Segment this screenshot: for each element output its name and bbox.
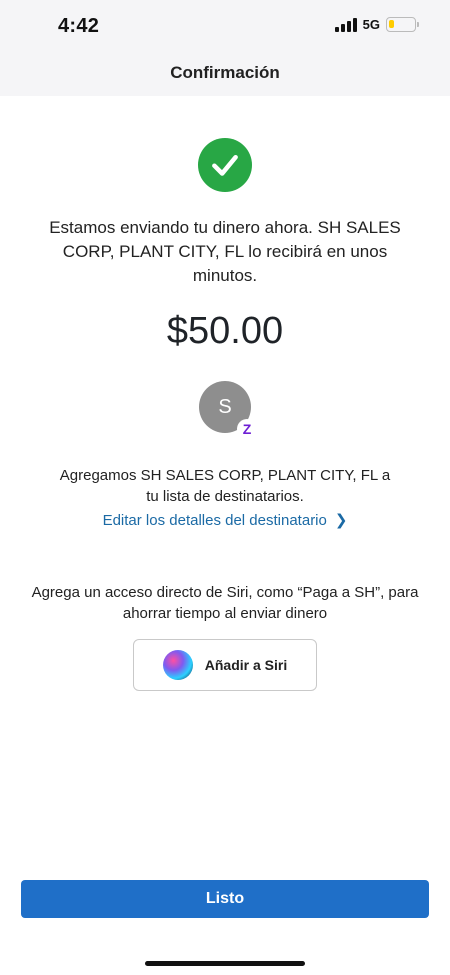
header-area: 4:42 5G Confirmación [0,0,450,96]
done-button[interactable]: Listo [21,880,429,918]
edit-recipient-link[interactable]: Editar los detalles del destinatario ❯ [0,511,450,529]
status-time: 4:42 [58,15,100,37]
transfer-amount: $50.00 [166,310,284,352]
chevron-right-icon: ❯ [334,512,348,529]
battery-icon [386,17,419,32]
network-label: 5G [362,17,380,32]
done-button-label: Listo [205,890,245,907]
confirmation-message: Estamos enviando tu dinero ahora. SH SAL… [49,218,401,285]
page-title: Confirmación [170,63,280,82]
siri-description: Agrega un acceso directo de Siri, como “… [31,584,419,622]
checkmark-icon [198,138,252,192]
edit-recipient-label: Editar los detalles del destinatario [102,512,327,529]
zelle-icon: Z [237,419,257,439]
siri-button-label: Añadir a Siri [204,657,288,673]
status-indicators: 5G [334,17,419,32]
signal-icon [334,17,357,32]
battery-fill [389,20,394,28]
add-to-siri-button[interactable]: Añadir a Siri [133,639,317,691]
home-indicator[interactable] [145,961,305,966]
recipient-added-text: Agregamos SH SALES CORP, PLANT CITY, FL … [59,467,391,505]
siri-icon [162,650,193,680]
confirmation-screen: 4:42 5G Confirmación Estamos enviando tu… [0,0,450,975]
